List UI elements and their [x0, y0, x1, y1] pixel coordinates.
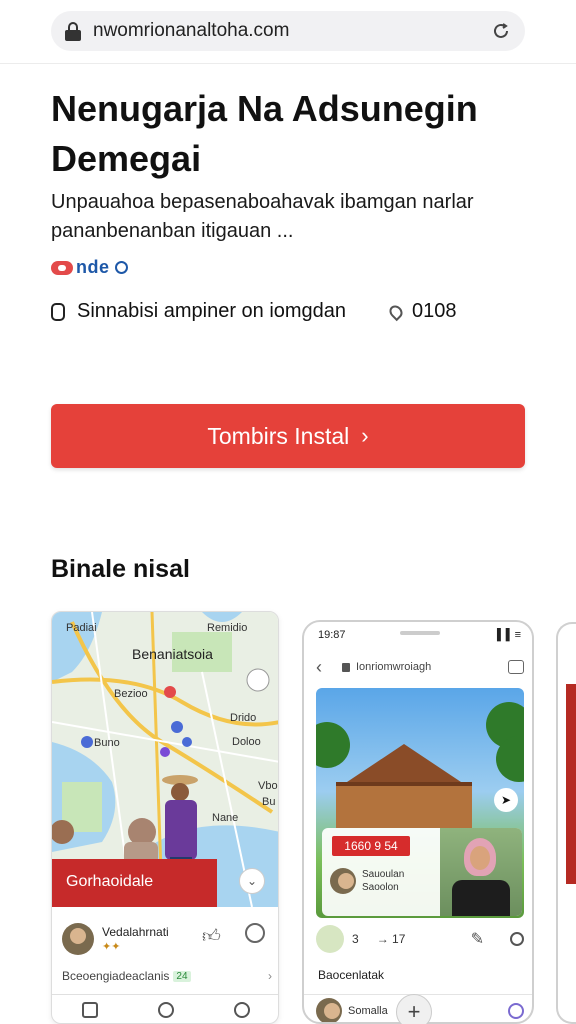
status-bar: 19:87 ▐▐ ≡ [304, 622, 532, 648]
share-count: 17 [392, 932, 406, 946]
presenter-video [440, 828, 522, 916]
browser-top-bar: nwomrionanaltoha.com [0, 0, 576, 64]
device-icon [51, 302, 65, 321]
action-count: 3 [352, 932, 359, 946]
reload-icon[interactable] [491, 21, 511, 41]
overlay-author-text: Sauoulan Saoolon [362, 868, 404, 894]
map-label: Doloo [232, 736, 261, 748]
lock-icon [342, 662, 350, 672]
footer-text: Bceoengiadeaclanis [62, 969, 170, 983]
share-icon[interactable]: ➤ [494, 788, 518, 812]
map-place-label: Benaniatsoia [132, 646, 213, 662]
overlay-author: Sauoulan Saoolon [330, 868, 404, 894]
screenshot-card-partial[interactable] [556, 622, 576, 1024]
arrow-icon: → [376, 932, 389, 946]
notch [400, 631, 440, 635]
section-title: Binale nisal [51, 555, 190, 583]
app-description: Unpauahoa bepasenaboahavak ibamgan narla… [51, 191, 474, 242]
map-view: Padiai Remidio Bezioo Buno Drido Doloo V… [52, 612, 278, 907]
meta-count: 0108 [412, 300, 457, 322]
back-icon[interactable]: ‹ [316, 657, 322, 678]
house-photo: ➤ 1660 9 54 Sauoulan Saoolon [316, 688, 524, 918]
status-time: 19:87 [318, 629, 346, 641]
map-banner: Gorhaoidale [52, 859, 217, 907]
location-pin-icon [386, 302, 406, 321]
presenter-face [470, 846, 490, 870]
url-text: nwomrionanaltoha.com [93, 20, 290, 41]
chevron-down-icon[interactable]: ⌄ [239, 868, 265, 894]
edit-icon[interactable]: ✎ [471, 929, 484, 949]
map-label: Padiai [66, 622, 97, 634]
phone-address-bar: ‹ Ionriomwroiagh [304, 652, 532, 682]
chevron-right-icon: › [361, 423, 369, 448]
lock-icon [65, 22, 81, 41]
avatar [316, 997, 342, 1022]
app-title: Nenugarja Na Adsunegin Demegai [51, 88, 478, 179]
map-label: Bezioo [114, 688, 148, 700]
footer-tag: 24 [173, 970, 191, 982]
map-label: Remidio [207, 622, 248, 634]
author-block: Vedalahrnati ✦✦ [102, 925, 169, 954]
add-button[interactable]: + [396, 994, 432, 1024]
clock-tab-icon[interactable] [158, 1002, 174, 1018]
presenter-torso [452, 880, 510, 916]
author-sub: ✦✦ [102, 940, 121, 953]
house-roof [344, 744, 464, 784]
map-label: Vbo [258, 780, 278, 792]
home-tab-icon[interactable] [82, 1002, 98, 1018]
map-label: Nane [212, 812, 239, 824]
tabs-icon[interactable] [508, 660, 524, 674]
badge-row: nde [51, 257, 128, 278]
bottom-tab-bar [52, 994, 278, 1023]
card-footer: Bceoengiadeaclanis 24 › [62, 969, 272, 983]
badge-text: nde [76, 257, 110, 277]
avatar [62, 923, 94, 955]
bottom-user: Somalla [348, 1004, 388, 1017]
house-body [336, 782, 472, 828]
map-label: Drido [230, 712, 257, 724]
author-name: Vedalahrnati [102, 924, 169, 939]
signal-wifi-battery-icon: ▐▐ ≡ [492, 629, 522, 641]
overlay-name: Sauoulan [362, 869, 405, 880]
avatar [316, 925, 344, 953]
map-label: Bu [262, 796, 276, 808]
meta-text: Sinnabisi ampiner on iomgdan [77, 300, 347, 322]
palm-tree [316, 722, 350, 768]
share-action[interactable]: → 17 [377, 932, 406, 946]
meta-row: Sinnabisi ampiner on iomgdan 0108 [51, 300, 531, 323]
install-button[interactable]: Tombirs Instal › [51, 404, 525, 468]
install-label: Tombirs Instal [207, 422, 350, 449]
user-icon[interactable] [510, 932, 524, 946]
screenshot-card-map[interactable]: Padiai Remidio Bezioo Buno Drido Doloo V… [51, 611, 279, 1024]
partial-red-block [566, 684, 576, 884]
screenshot-card-phone[interactable]: 19:87 ▐▐ ≡ ‹ Ionriomwroiagh ➤ 1660 9 54 … [302, 620, 534, 1024]
post-actions: 3 → 17 ✎ [316, 924, 524, 954]
profile-tab-icon[interactable] [234, 1002, 250, 1018]
overlay-sub: Saoolon [362, 882, 399, 893]
post-author-row: Vedalahrnati ✦✦ 👍︎ [62, 919, 272, 959]
video-overlay: 1660 9 54 Sauoulan Saoolon [322, 828, 522, 916]
chevron-right-icon[interactable]: › [268, 969, 272, 983]
map-label: Buno [94, 737, 120, 749]
chat-icon[interactable] [508, 1002, 524, 1019]
eye-badge-icon [51, 260, 73, 275]
thumbs-up-icon[interactable]: 👍︎ [202, 925, 221, 947]
circle-icon [114, 261, 128, 274]
meta-count-group: 0108 [386, 300, 457, 323]
post-label: Baocenlatak [318, 968, 385, 982]
overlay-red-label: 1660 9 54 [332, 836, 410, 856]
phone-url: Ionriomwroiagh [356, 661, 432, 673]
comment-icon[interactable] [245, 923, 265, 943]
avatar [330, 868, 356, 894]
address-bar[interactable]: nwomrionanaltoha.com [51, 11, 525, 51]
